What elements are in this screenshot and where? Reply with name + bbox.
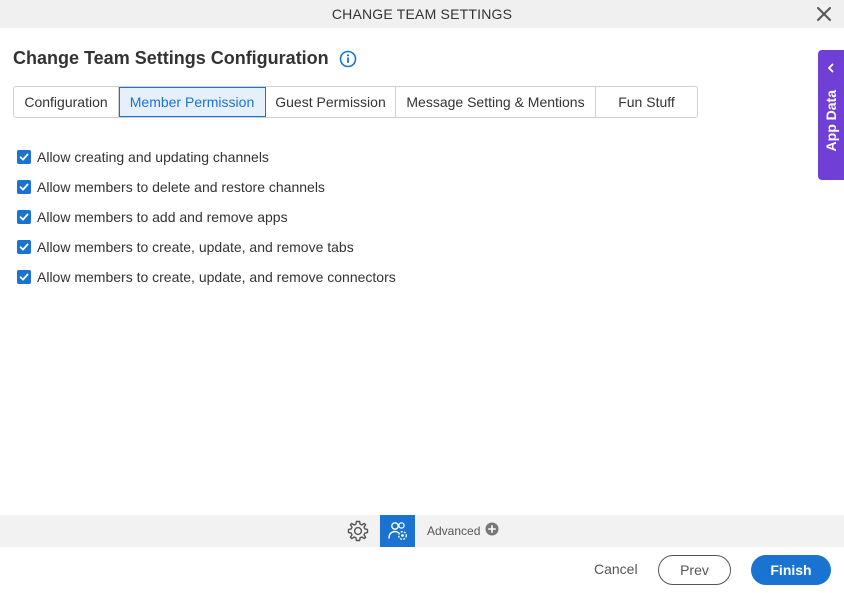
tab-bar: Configuration Member Permission Guest Pe… — [13, 86, 698, 118]
option-label: Allow members to add and remove apps — [37, 209, 288, 225]
checkbox-checked[interactable] — [17, 270, 31, 284]
gear-icon[interactable] — [346, 519, 370, 543]
advanced-label: Advanced — [427, 524, 481, 538]
option-create-update-remove-tabs[interactable]: Allow members to create, update, and rem… — [17, 232, 396, 262]
prev-button[interactable]: Prev — [658, 555, 731, 585]
option-create-update-channels[interactable]: Allow creating and updating channels — [17, 142, 396, 172]
tab-message-setting-mentions[interactable]: Message Setting & Mentions — [396, 87, 596, 117]
advanced-toggle[interactable]: Advanced — [427, 515, 499, 547]
option-label: Allow members to create, update, and rem… — [37, 269, 396, 285]
tab-guest-permission[interactable]: Guest Permission — [266, 87, 396, 117]
checkbox-checked[interactable] — [17, 150, 31, 164]
info-icon[interactable] — [339, 50, 357, 68]
option-label: Allow creating and updating channels — [37, 149, 269, 165]
checkbox-checked[interactable] — [17, 180, 31, 194]
app-data-label: App Data — [823, 90, 839, 152]
app-data-panel-toggle[interactable]: App Data — [818, 50, 844, 180]
finish-button[interactable]: Finish — [751, 555, 831, 585]
tab-member-permission[interactable]: Member Permission — [119, 87, 266, 117]
member-permission-options: Allow creating and updating channels All… — [17, 142, 396, 292]
chevron-left-icon — [826, 60, 836, 78]
option-create-update-remove-connectors[interactable]: Allow members to create, update, and rem… — [17, 262, 396, 292]
close-icon[interactable] — [814, 4, 834, 24]
plus-circle-icon — [485, 522, 499, 541]
option-add-remove-apps[interactable]: Allow members to add and remove apps — [17, 202, 396, 232]
bottom-toolbar: Advanced — [0, 515, 844, 547]
window-title: CHANGE TEAM SETTINGS — [331, 6, 513, 22]
checkbox-checked[interactable] — [17, 240, 31, 254]
page-title: Change Team Settings Configuration — [13, 48, 329, 68]
tab-fun-stuff[interactable]: Fun Stuff — [596, 87, 697, 117]
page-heading: Change Team Settings Configuration — [13, 48, 357, 69]
cancel-button[interactable]: Cancel — [594, 561, 638, 577]
option-delete-restore-channels[interactable]: Allow members to delete and restore chan… — [17, 172, 396, 202]
option-label: Allow members to delete and restore chan… — [37, 179, 325, 195]
checkbox-checked[interactable] — [17, 210, 31, 224]
window-titlebar: CHANGE TEAM SETTINGS — [0, 0, 844, 28]
team-settings-icon[interactable] — [380, 515, 415, 547]
option-label: Allow members to create, update, and rem… — [37, 239, 354, 255]
tab-configuration[interactable]: Configuration — [14, 87, 119, 117]
